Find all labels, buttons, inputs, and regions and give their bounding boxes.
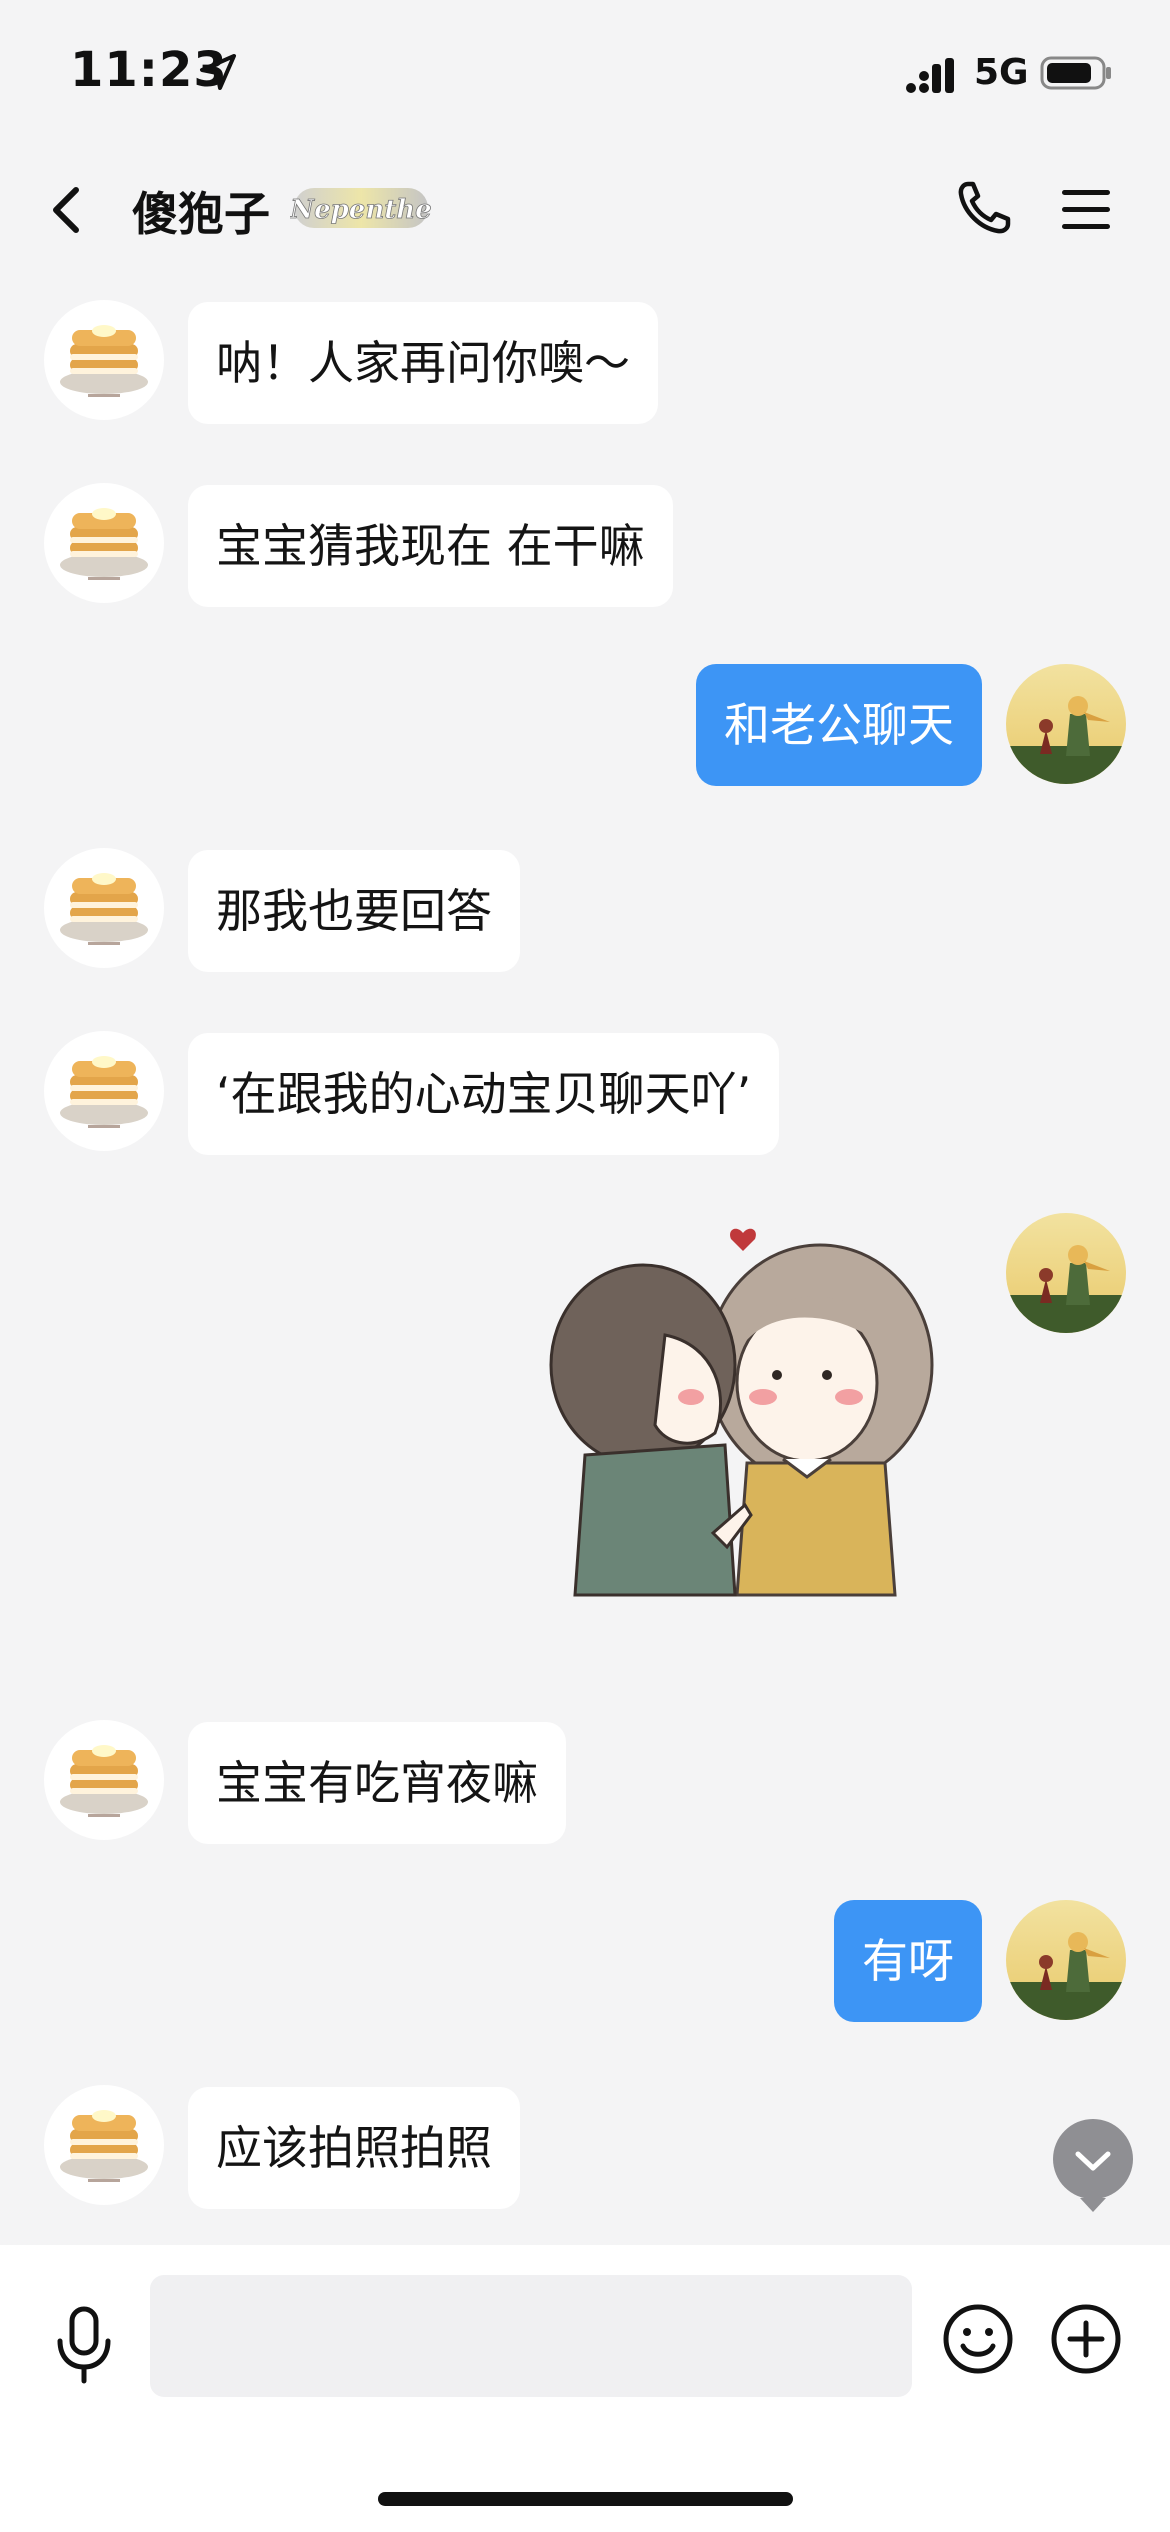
outgoing-message[interactable]: 和老公聊天 xyxy=(696,664,982,786)
back-icon[interactable] xyxy=(42,180,92,240)
incoming-message[interactable]: ‘在跟我的心动宝贝聊天吖’ xyxy=(188,1033,780,1155)
battery-icon xyxy=(1040,56,1111,90)
contact-avatar[interactable] xyxy=(44,300,164,420)
emoji-icon[interactable] xyxy=(942,2303,1014,2375)
badge-text: Nepenthe xyxy=(290,195,432,225)
incoming-message[interactable]: 那我也要回答 xyxy=(188,850,520,972)
contact-name[interactable]: 傻狍子 xyxy=(132,178,270,244)
pancake-avatar-icon xyxy=(60,2110,148,2182)
incoming-message[interactable]: 宝宝猜我现在 在干嘛 xyxy=(188,485,673,607)
message-input[interactable] xyxy=(150,2275,912,2397)
my-avatar[interactable] xyxy=(1006,1900,1126,2020)
pancake-avatar-icon xyxy=(60,325,148,397)
home-indicator[interactable] xyxy=(378,2492,793,2506)
status-bar: 11:23 5G xyxy=(0,0,1170,150)
chat-header: 傻狍子 Nepenthe xyxy=(0,150,1170,270)
little-prince-avatar-icon xyxy=(1006,1900,1126,2020)
contact-avatar[interactable] xyxy=(44,483,164,603)
menu-icon[interactable] xyxy=(1058,182,1114,238)
incoming-message[interactable]: 呐！人家再问你噢～ xyxy=(188,302,658,424)
incoming-message[interactable]: 宝宝有吃宵夜嘛 xyxy=(188,1722,566,1844)
kiss-couple-sticker[interactable] xyxy=(515,1215,975,1635)
network-type: 5G xyxy=(974,52,1029,93)
microphone-icon[interactable] xyxy=(52,2305,116,2385)
outgoing-message[interactable]: 有呀 xyxy=(834,1900,982,2022)
scroll-to-bottom-button[interactable] xyxy=(1052,2118,1134,2214)
contact-avatar[interactable] xyxy=(44,1720,164,1840)
my-avatar[interactable] xyxy=(1006,1213,1126,1333)
contact-avatar[interactable] xyxy=(44,2085,164,2205)
contact-avatar[interactable] xyxy=(44,1031,164,1151)
phone-call-icon[interactable] xyxy=(954,178,1014,238)
pancake-avatar-icon xyxy=(60,873,148,945)
pancake-avatar-icon xyxy=(60,508,148,580)
add-icon[interactable] xyxy=(1050,2303,1122,2375)
pancake-avatar-icon xyxy=(60,1056,148,1128)
input-bar xyxy=(0,2245,1170,2532)
incoming-message[interactable]: 应该拍照拍照 xyxy=(188,2087,520,2209)
little-prince-avatar-icon xyxy=(1006,1213,1126,1333)
location-arrow-icon xyxy=(200,54,236,90)
little-prince-avatar-icon xyxy=(1006,664,1126,784)
nepenthe-badge: Nepenthe xyxy=(290,188,432,228)
pancake-avatar-icon xyxy=(60,1745,148,1817)
contact-avatar[interactable] xyxy=(44,848,164,968)
message-list[interactable]: 呐！人家再问你噢～ 宝宝猜我现在 在干嘛 和老公聊天 那我也要回答 ‘在跟我的心… xyxy=(0,270,1170,2245)
my-avatar[interactable] xyxy=(1006,664,1126,784)
signal-icon xyxy=(906,58,954,93)
